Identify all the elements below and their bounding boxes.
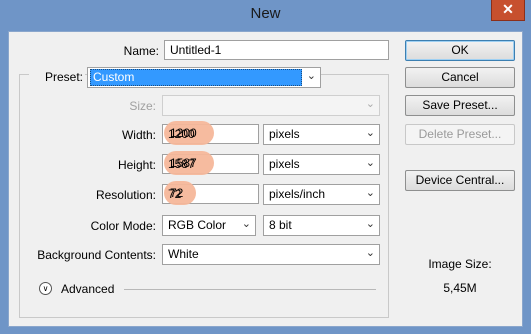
width-value-overlay: 1200	[170, 126, 197, 140]
resolution-label: Resolution:	[95, 188, 156, 202]
width-label: Width:	[121, 128, 156, 142]
preset-label: Preset:	[29, 70, 85, 84]
bit-depth-select[interactable]: 8 bit ⌄	[263, 215, 380, 236]
preset-selected-value: Custom	[90, 69, 302, 86]
image-size-label: Image Size:	[428, 257, 492, 271]
width-unit: pixels	[269, 127, 300, 141]
cancel-button[interactable]: Cancel	[405, 67, 515, 88]
background-contents-value: White	[168, 247, 199, 261]
color-mode-value: RGB Color	[168, 218, 227, 232]
size-select: ⌄	[162, 95, 380, 116]
device-central-button[interactable]: Device Central...	[405, 170, 515, 191]
chevron-down-icon: ⌄	[365, 98, 375, 110]
close-button[interactable]: ✕	[491, 0, 525, 21]
title-bar[interactable]: New ✕	[0, 0, 531, 30]
color-mode-label: Color Mode:	[90, 219, 156, 233]
resolution-unit: pixels/inch	[269, 187, 326, 201]
chevron-down-icon: ⌄	[365, 218, 375, 230]
image-size-value: 5,45M	[443, 281, 477, 295]
window-title: New	[250, 5, 281, 22]
chevron-down-icon: ⌄	[365, 157, 375, 169]
name-input[interactable]: Untitled-1	[164, 40, 389, 60]
delete-preset-button: Delete Preset...	[405, 124, 515, 145]
name-label: Name:	[123, 44, 159, 58]
height-unit-select[interactable]: pixels ⌄	[263, 154, 380, 175]
chevron-down-icon: ⌄	[241, 218, 251, 230]
resolution-value-overlay: 72	[170, 186, 184, 200]
color-mode-select[interactable]: RGB Color ⌄	[162, 215, 256, 236]
dialog-body: Name: Untitled-1 Preset: Custom ⌄ Size: …	[8, 31, 523, 327]
height-label: Height:	[117, 158, 156, 172]
background-contents-label: Background Contents:	[37, 248, 156, 262]
close-icon: ✕	[502, 1, 514, 17]
advanced-divider	[124, 289, 376, 290]
chevron-double-down-icon[interactable]: ∨	[39, 282, 52, 295]
size-label: Size:	[129, 99, 156, 113]
chevron-down-icon: ⌄	[365, 247, 375, 259]
advanced-label[interactable]: Advanced	[61, 282, 114, 296]
width-unit-select[interactable]: pixels ⌄	[263, 124, 380, 145]
resolution-unit-select[interactable]: pixels/inch ⌄	[263, 184, 380, 205]
background-contents-select[interactable]: White ⌄	[162, 244, 380, 265]
height-value-overlay: 1587	[170, 156, 197, 170]
chevron-down-icon: ⌄	[306, 70, 316, 82]
height-unit: pixels	[269, 157, 300, 171]
new-document-dialog: New ✕ Name: Untitled-1 Preset: Custom ⌄ …	[0, 0, 531, 334]
bit-depth-value: 8 bit	[269, 218, 292, 232]
chevron-down-icon: ⌄	[365, 187, 375, 199]
ok-button[interactable]: OK	[405, 40, 515, 61]
chevron-down-icon: ⌄	[365, 127, 375, 139]
preset-select[interactable]: Custom ⌄	[87, 67, 321, 88]
save-preset-button[interactable]: Save Preset...	[405, 95, 515, 116]
